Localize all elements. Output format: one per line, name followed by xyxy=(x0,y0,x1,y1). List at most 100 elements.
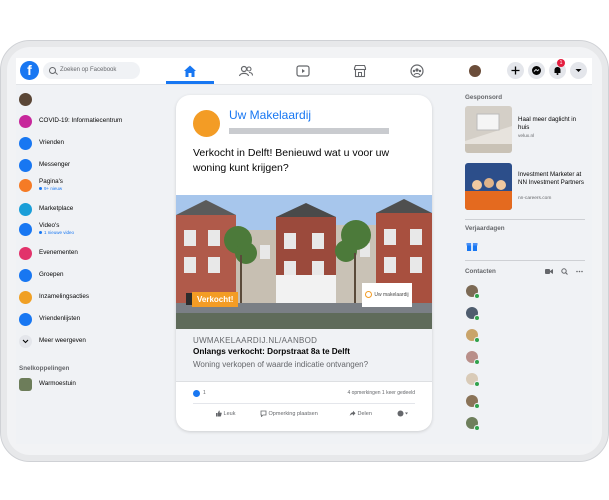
ad-item[interactable]: Investment Marketer at NN Investment Par… xyxy=(465,163,585,213)
comment-icon xyxy=(260,410,267,418)
groups-icon[interactable] xyxy=(409,63,425,79)
post-text: Verkocht in Delft! Benieuwd wat u voor u… xyxy=(193,147,390,174)
ad-title: Haal meer daglicht in huis xyxy=(518,116,577,131)
events-icon xyxy=(19,247,32,260)
share-label: Delen xyxy=(357,410,372,417)
notification-badge: 1 xyxy=(557,59,565,67)
home-icon[interactable] xyxy=(182,63,198,79)
video-call-icon[interactable] xyxy=(545,268,553,275)
plus-icon xyxy=(511,66,520,75)
video-icon xyxy=(19,223,32,236)
thumbs-up-icon xyxy=(216,410,222,417)
online-indicator xyxy=(474,315,480,321)
sidebar-item-label: Messenger xyxy=(39,161,71,168)
search-input[interactable]: Zoeken op Facebook xyxy=(43,62,140,79)
sidebar-item-label: Marketplace xyxy=(39,205,74,212)
sidebar-item-label: Meer weergeven xyxy=(39,337,86,344)
comments-shares-count[interactable]: 4 opmerkingen 1 keer gedeeld xyxy=(347,390,415,396)
sidebar-item-sub: 9+ nieuw xyxy=(39,186,62,191)
post-photo[interactable]: Verkocht! Uw makelaardij xyxy=(176,195,432,329)
marketplace-icon xyxy=(19,203,32,216)
post-meta-placeholder xyxy=(229,128,389,134)
search-icon xyxy=(49,67,56,74)
post-card: Uw Makelaardij Verkocht in Delft! Benieu… xyxy=(176,95,432,431)
page-avatar[interactable] xyxy=(193,110,220,137)
avatar xyxy=(19,93,32,106)
online-indicator xyxy=(474,293,480,299)
shortcut-thumbnail xyxy=(19,378,32,391)
friends-icon[interactable] xyxy=(238,63,254,79)
sidebar-item-label: Groepen xyxy=(39,271,64,278)
facebook-screen: f Zoeken op Facebook 1 COVID-19: Informa… xyxy=(16,58,592,444)
comment-label: Opmerking plaatsen xyxy=(268,410,318,417)
messenger-icon xyxy=(19,159,32,172)
share-icon xyxy=(349,410,356,416)
shortcut-label: Warmoestuin xyxy=(39,380,76,387)
sidebar-item-label: Video's xyxy=(39,222,60,229)
search-placeholder: Zoeken op Facebook xyxy=(60,67,117,73)
more-options-icon[interactable] xyxy=(576,268,583,275)
logo-dot xyxy=(365,291,373,299)
facebook-logo-icon[interactable]: f xyxy=(20,61,39,80)
messenger-button[interactable] xyxy=(528,62,545,79)
fundraiser-icon xyxy=(19,291,32,304)
link-domain: UWMAKELAARDIJ.NL/AANBOD xyxy=(193,336,318,345)
like-button[interactable]: Leuk xyxy=(215,410,235,417)
sidebar-item-label: Evenementen xyxy=(39,249,78,256)
search-icon[interactable] xyxy=(561,268,568,275)
photo-logo-card: Uw makelaardij xyxy=(362,283,412,307)
post-stats: 1 4 opmerkingen 1 keer gedeeld xyxy=(193,389,415,401)
like-reaction-icon xyxy=(193,390,200,397)
sidebar-item-sub: 1 nieuwe video xyxy=(39,230,74,235)
sidebar-item-label: COVID-19: Informatiecentrum xyxy=(39,117,123,124)
gift-icon[interactable] xyxy=(466,240,478,252)
friends-icon xyxy=(19,137,32,150)
caret-down-icon xyxy=(575,69,582,72)
online-indicator xyxy=(474,337,480,343)
sidebar-item-label: Inzamelingsacties xyxy=(39,293,90,300)
home-tab-indicator xyxy=(166,81,214,84)
watch-icon[interactable] xyxy=(295,63,311,79)
ad-url: velux.nl xyxy=(518,134,535,139)
ad-item[interactable]: Haal meer daglicht in huis velux.nl xyxy=(465,106,585,156)
create-button[interactable] xyxy=(507,62,524,79)
birthdays-title: Verjaardagen xyxy=(465,225,505,232)
groups-icon xyxy=(19,269,32,282)
chevron-down-icon xyxy=(19,335,32,348)
ad-title: Investment Marketer at NN Investment Par… xyxy=(518,171,585,186)
friend-lists-icon xyxy=(19,313,32,326)
share-button[interactable]: Delen xyxy=(349,410,372,417)
sold-label: Verkocht! xyxy=(192,292,239,307)
divider xyxy=(465,219,585,220)
ad-thumbnail-nn xyxy=(465,163,512,210)
page-name[interactable]: Uw Makelaardij xyxy=(229,108,311,122)
contacts-title: Contacten xyxy=(465,268,496,275)
sidebar-item-label: Vrienden xyxy=(39,139,64,146)
like-count[interactable]: 1 xyxy=(203,390,206,396)
marketplace-icon[interactable] xyxy=(352,63,368,79)
online-indicator xyxy=(474,403,480,409)
profile-dropdown-icon xyxy=(397,410,408,417)
ad-url: nn-careers.com xyxy=(518,196,552,201)
sidebar-item-label: Pagina's xyxy=(39,178,63,185)
link-title: Onlangs verkocht: Dorpstraat 8a te Delft xyxy=(193,347,350,356)
shortcuts-title: Snelkoppelingen xyxy=(19,365,70,372)
reaction-audience-selector[interactable] xyxy=(397,410,409,417)
like-label: Leuk xyxy=(223,410,236,417)
link-preview[interactable]: UWMAKELAARDIJ.NL/AANBOD Onlangs verkocht… xyxy=(176,329,432,382)
link-description: Woning verkopen of waarde indicatie ontv… xyxy=(193,360,369,369)
ad-thumbnail-velux xyxy=(465,106,512,153)
post-actions: Leuk Opmerking plaatsen Delen xyxy=(193,403,415,422)
messenger-icon xyxy=(532,66,541,75)
account-menu-button[interactable] xyxy=(570,62,587,79)
online-indicator xyxy=(474,359,480,365)
divider xyxy=(465,260,585,261)
online-indicator xyxy=(474,425,480,431)
top-bar: f Zoeken op Facebook 1 xyxy=(16,58,592,85)
pages-icon xyxy=(19,179,32,192)
comment-button[interactable]: Opmerking plaatsen xyxy=(260,410,318,418)
covid-info-icon xyxy=(19,115,32,128)
sidebar-item-label: Vriendenlijsten xyxy=(39,315,81,322)
house-photo-illustration xyxy=(176,195,432,329)
profile-avatar[interactable] xyxy=(469,65,481,77)
